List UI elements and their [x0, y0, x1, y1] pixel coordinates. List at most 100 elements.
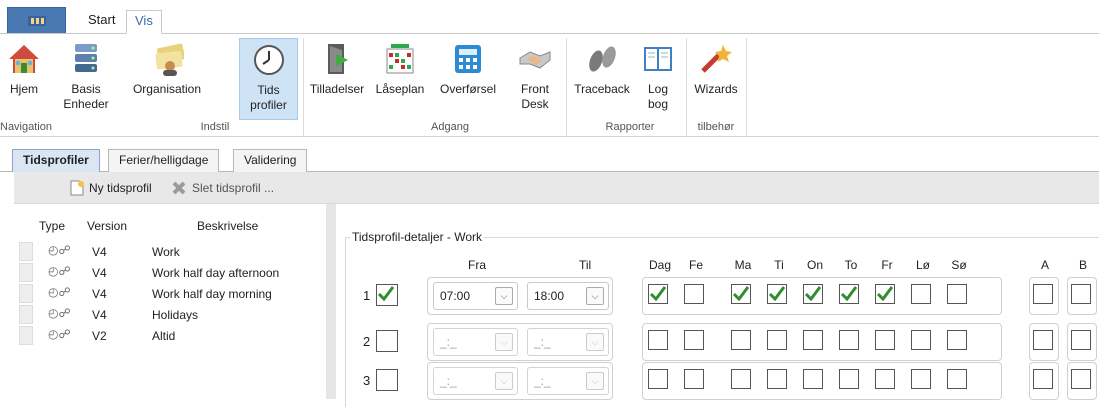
version-cell: V4 — [92, 308, 107, 322]
toolbar: Ny tidsprofil Slet tidsprofil ... — [14, 172, 1099, 204]
traceback-button[interactable]: Traceback — [569, 38, 635, 120]
column-header-beskrivelse[interactable]: Beskrivelse — [197, 219, 258, 233]
description-cell: Altid — [152, 329, 176, 343]
list-item[interactable]: ◴☍ V2 Altid — [14, 325, 326, 345]
wizards-button[interactable]: Wizards — [690, 38, 742, 120]
day-checkbox-fr[interactable] — [875, 330, 895, 350]
hjem-button[interactable]: Hjem — [2, 38, 46, 120]
day-checkbox-fr[interactable] — [875, 369, 895, 389]
day-checkbox-ti[interactable] — [767, 330, 787, 350]
fra-value: _:_ — [440, 335, 457, 349]
day-checkbox-ti[interactable] — [767, 369, 787, 389]
row-selector[interactable] — [19, 263, 33, 282]
row-enabled-checkbox[interactable] — [376, 284, 398, 306]
group-separator — [746, 38, 747, 136]
day-checkbox-ma[interactable] — [731, 330, 751, 350]
logbog-button[interactable]: Log bog — [636, 38, 680, 120]
new-time-profile-button[interactable]: Ny tidsprofil — [70, 180, 152, 196]
day-checkbox-ma[interactable] — [731, 369, 751, 389]
list-item[interactable]: ◴☍ V4 Work half day afternoon — [14, 262, 326, 282]
file-menu-button[interactable] — [7, 7, 66, 34]
til-time-select[interactable]: _:_ ⌵ — [527, 328, 609, 356]
row-selector[interactable] — [19, 284, 33, 303]
til-value: _:_ — [534, 374, 551, 388]
fra-time-select[interactable]: _:_ ⌵ — [433, 328, 518, 356]
chevron-down-icon: ⌵ — [495, 287, 513, 305]
delete-time-profile-button[interactable]: Slet tidsprofil ... — [171, 180, 274, 196]
day-checkbox-on[interactable] — [803, 330, 823, 350]
day-checkbox-sø[interactable] — [947, 369, 967, 389]
front-desk-label-2: Desk — [521, 97, 549, 111]
list-item[interactable]: ◴☍ V4 Holidays — [14, 304, 326, 324]
tidsprofiler-button[interactable]: Tids profiler — [239, 38, 298, 120]
extra-checkbox-b[interactable] — [1071, 330, 1091, 350]
profile-type-icon: ◴☍ — [48, 285, 71, 299]
tab-vis[interactable]: Vis — [126, 10, 162, 34]
basis-label-1: Basis — [71, 82, 101, 96]
day-checkbox-ti[interactable] — [767, 284, 787, 304]
checkmark-icon — [377, 286, 395, 302]
column-header-type[interactable]: Type — [39, 219, 65, 233]
extra-checkbox-a[interactable] — [1033, 284, 1053, 304]
day-checkbox-fe[interactable] — [684, 284, 704, 304]
laaseplan-label: Låseplan — [375, 82, 425, 96]
organisation-button[interactable]: Organisation — [124, 38, 210, 120]
day-checkbox-to[interactable] — [839, 284, 859, 304]
day-checkbox-lø[interactable] — [911, 330, 931, 350]
delete-icon — [172, 181, 186, 195]
extra-checkbox-a[interactable] — [1033, 369, 1053, 389]
chevron-down-icon: ⌵ — [586, 287, 604, 305]
day-checkbox-fe[interactable] — [684, 330, 704, 350]
tab-tidsprofiler[interactable]: Tidsprofiler — [12, 149, 100, 172]
row-selector[interactable] — [19, 242, 33, 261]
row-selector[interactable] — [19, 326, 33, 345]
row-enabled-checkbox[interactable] — [376, 330, 398, 352]
tab-ferier-helligdage[interactable]: Ferier/helligdage — [108, 149, 220, 172]
day-checkbox-to[interactable] — [839, 330, 859, 350]
book-icon — [641, 42, 675, 76]
day-checkbox-dag[interactable] — [648, 369, 668, 389]
column-header-version[interactable]: Version — [87, 219, 127, 233]
basis-enheder-button[interactable]: Basis Enheder — [60, 38, 112, 120]
panel-splitter[interactable] — [326, 204, 336, 399]
group-separator — [566, 38, 567, 136]
tab-start[interactable]: Start — [80, 10, 123, 34]
description-cell: Work half day afternoon — [152, 266, 280, 280]
row-selector[interactable] — [19, 305, 33, 324]
extra-checkbox-a[interactable] — [1033, 330, 1053, 350]
til-time-select[interactable]: _:_ ⌵ — [527, 367, 609, 395]
list-item[interactable]: ◴☍ V4 Work — [14, 241, 326, 261]
extra-checkbox-b[interactable] — [1071, 284, 1091, 304]
day-checkbox-lø[interactable] — [911, 284, 931, 304]
extra-checkbox-b[interactable] — [1071, 369, 1091, 389]
fra-time-select[interactable]: 07:00 ⌵ — [433, 282, 518, 310]
overfoersel-button[interactable]: Overførsel — [433, 38, 503, 120]
day-checkbox-to[interactable] — [839, 369, 859, 389]
day-checkbox-dag[interactable] — [648, 330, 668, 350]
day-header: Sø — [951, 258, 967, 272]
tids-label-1: Tids — [257, 83, 280, 97]
day-checkbox-sø[interactable] — [947, 284, 967, 304]
group-separator — [303, 38, 304, 136]
tab-validering[interactable]: Validering — [233, 149, 308, 172]
day-checkbox-on[interactable] — [803, 284, 823, 304]
list-item[interactable]: ◴☍ V4 Work half day morning — [14, 283, 326, 303]
laaseplan-button[interactable]: Låseplan — [370, 38, 430, 120]
front-desk-button[interactable]: Front Desk — [508, 38, 562, 120]
fra-time-select[interactable]: _:_ ⌵ — [433, 367, 518, 395]
til-time-select[interactable]: 18:00 ⌵ — [527, 282, 609, 310]
day-checkbox-on[interactable] — [803, 369, 823, 389]
row-number: 3 — [363, 373, 371, 388]
day-checkbox-dag[interactable] — [648, 284, 668, 304]
day-checkbox-ma[interactable] — [731, 284, 751, 304]
day-checkbox-fe[interactable] — [684, 369, 704, 389]
chevron-down-icon: ⌵ — [495, 333, 513, 351]
tilladelser-button[interactable]: Tilladelser — [306, 38, 368, 120]
day-header: Lø — [915, 258, 930, 272]
version-cell: V4 — [92, 287, 107, 301]
day-checkbox-fr[interactable] — [875, 284, 895, 304]
day-checkbox-sø[interactable] — [947, 330, 967, 350]
row-enabled-checkbox[interactable] — [376, 369, 398, 391]
day-checkbox-lø[interactable] — [911, 369, 931, 389]
group-label-adgang: Adgang — [431, 121, 469, 133]
